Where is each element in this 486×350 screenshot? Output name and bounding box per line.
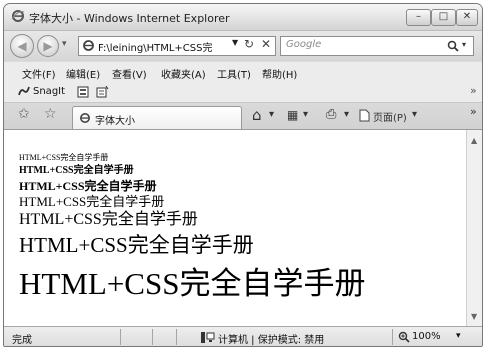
snagit-edit-icon[interactable]	[96, 85, 109, 101]
address-dropdown-button[interactable]: ▼	[232, 38, 238, 47]
recent-pages-dropdown[interactable]: ▾	[62, 39, 67, 49]
print-icon[interactable]: ⎙	[326, 107, 336, 122]
menu-file[interactable]: 文件(F)	[22, 66, 56, 81]
snagit-icon	[18, 86, 30, 100]
title-bar: 字体大小 - Windows Internet Explorer – □ ✕	[4, 4, 482, 31]
scroll-up-arrow-icon[interactable]: ▲	[471, 136, 477, 145]
page-menu-dropdown[interactable]: ▾	[412, 109, 417, 120]
close-button[interactable]: ✕	[456, 9, 478, 26]
text-line-3: HTML+CSS完全自学手册	[19, 179, 157, 193]
commands-more-button[interactable]: »	[470, 105, 477, 118]
stop-button[interactable]: ✕	[261, 37, 271, 51]
menu-favorites[interactable]: 收藏夹(A)	[161, 66, 206, 81]
feeds-icon[interactable]: ▦	[287, 108, 298, 122]
feeds-dropdown[interactable]: ▾	[303, 109, 308, 120]
snagit-button[interactable]: SnagIt	[33, 86, 65, 97]
search-box[interactable]: Google ▾	[280, 36, 474, 56]
status-divider	[392, 329, 393, 345]
status-bar: 完成 计算机 | 保护模式: 禁用 100% ▾	[4, 326, 482, 346]
menu-bar: 文件(F) 编辑(E) 查看(V) 收藏夹(A) 工具(T) 帮助(H)	[4, 62, 482, 82]
favorites-center-icon[interactable]: ☆	[44, 106, 57, 122]
status-divider	[152, 329, 153, 345]
computer-zone-icon	[201, 332, 215, 346]
scroll-down-arrow-icon[interactable]: ▼	[471, 312, 477, 321]
text-line-4: HTML+CSS完全自学手册	[19, 194, 165, 209]
zoom-dropdown[interactable]: ▾	[456, 331, 461, 341]
security-zone-text[interactable]: 计算机 | 保护模式: 禁用	[218, 331, 324, 346]
home-dropdown[interactable]: ▾	[269, 109, 274, 120]
status-text: 完成	[12, 335, 32, 346]
links-more-button[interactable]: »	[470, 84, 477, 97]
minimize-button[interactable]: –	[406, 9, 431, 26]
navigation-bar: ◀ ▶ ▾ F:\leining\HTML+CSS完 ▼ ↻ ✕ Google	[4, 31, 482, 61]
page-icon	[82, 39, 95, 55]
menu-help[interactable]: 帮助(H)	[262, 66, 297, 81]
snagit-capture-icon[interactable]	[77, 86, 89, 101]
menu-view[interactable]: 查看(V)	[112, 66, 147, 81]
address-bar[interactable]: F:\leining\HTML+CSS完 ▼ ↻ ✕	[78, 36, 276, 56]
text-line-2: HTML+CSS完全自学手册	[19, 165, 134, 176]
menu-tools[interactable]: 工具(T)	[217, 66, 251, 81]
text-line-6: HTML+CSS完全自学手册	[19, 233, 254, 257]
text-line-1: HTML+CSS完全自学手册	[19, 153, 109, 162]
search-input[interactable]: Google	[286, 39, 321, 50]
search-icon[interactable]	[447, 40, 459, 55]
window-title: 字体大小 - Windows Internet Explorer	[29, 12, 230, 25]
add-favorite-icon[interactable]: ✩	[18, 106, 30, 122]
tab-label: 字体大小	[95, 116, 135, 127]
print-dropdown[interactable]: ▾	[344, 109, 349, 120]
text-line-7: HTML+CSS完全自学手册	[19, 266, 366, 301]
home-icon[interactable]: ⌂	[252, 106, 262, 124]
browser-window: 字体大小 - Windows Internet Explorer – □ ✕ ◀…	[3, 3, 483, 347]
zoom-level[interactable]: 100%	[412, 331, 441, 342]
vertical-scrollbar[interactable]: ▲ ▼	[466, 130, 482, 326]
menu-edit[interactable]: 编辑(E)	[66, 66, 100, 81]
address-input[interactable]: F:\leining\HTML+CSS完	[98, 39, 212, 54]
ie-logo-icon	[11, 9, 25, 26]
maximize-button[interactable]: □	[431, 9, 456, 26]
search-options-dropdown[interactable]: ▾	[462, 40, 466, 49]
page-content: HTML+CSS完全自学手册 HTML+CSS完全自学手册 HTML+CSS完全…	[4, 130, 466, 326]
status-divider	[120, 329, 121, 345]
tab-page-icon	[79, 112, 91, 127]
back-button[interactable]: ◀	[10, 34, 34, 58]
tab-bar: ✩ ☆ 字体大小 ⌂ ▾ ▦ ▾ ⎙ ▾ 页面(P) ▾ »	[4, 103, 482, 130]
tab-font-size[interactable]: 字体大小	[72, 106, 242, 129]
page-menu-icon	[359, 109, 370, 125]
forward-button[interactable]: ▶	[37, 35, 59, 57]
zoom-icon	[398, 331, 410, 346]
status-divider	[176, 329, 177, 345]
refresh-button[interactable]: ↻	[244, 37, 254, 51]
page-menu-button[interactable]: 页面(P)	[373, 109, 407, 124]
links-bar: SnagIt »	[4, 82, 482, 103]
text-line-5: HTML+CSS完全自学手册	[19, 211, 198, 228]
